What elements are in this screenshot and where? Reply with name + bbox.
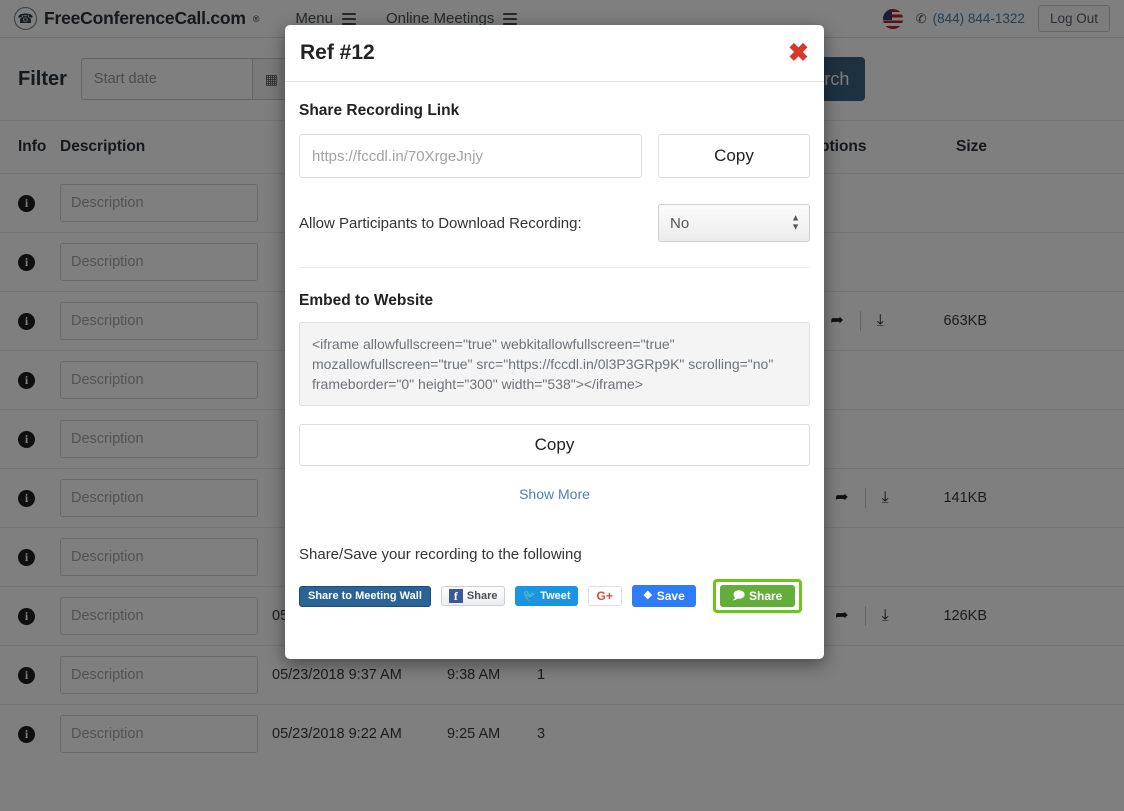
dropbox-save-label: Save: [656, 589, 685, 603]
twitter-tweet-button[interactable]: 🐦 Tweet: [515, 586, 578, 606]
share-to-meeting-wall-button[interactable]: Share to Meeting Wall: [299, 585, 431, 607]
facebook-share-label: Share: [466, 589, 498, 602]
share-link-input[interactable]: https://fccdl.in/70XrgeJnjy: [299, 134, 642, 178]
evernote-icon: 🗩: [732, 589, 745, 602]
copy-embed-button[interactable]: Copy: [299, 424, 810, 466]
modal-title: Ref #12: [300, 41, 375, 64]
twitter-tweet-label: Tweet: [540, 589, 571, 602]
evernote-share-label: Share: [749, 589, 783, 603]
twitter-icon: 🐦: [522, 589, 537, 602]
dropbox-icon: ❖: [642, 589, 653, 602]
evernote-share-button[interactable]: 🗩 Share: [719, 585, 796, 607]
allow-download-label: Allow Participants to Download Recording…: [299, 214, 582, 232]
close-icon[interactable]: ✖: [788, 40, 809, 66]
copy-link-button[interactable]: Copy: [658, 134, 810, 178]
dropbox-save-button[interactable]: ❖ Save: [631, 585, 696, 607]
allow-download-row: Allow Participants to Download Recording…: [299, 204, 810, 268]
embed-to-website-title: Embed to Website: [299, 292, 434, 309]
allow-download-select[interactable]: No ▲ ▼: [658, 204, 810, 242]
embed-code-textarea[interactable]: <iframe allowfullscreen="true" webkitall…: [299, 322, 810, 406]
google-plus-button[interactable]: G+: [587, 586, 622, 606]
share-link-row: https://fccdl.in/70XrgeJnjy Copy: [299, 134, 810, 178]
share-recording-link-title: Share Recording Link: [299, 102, 460, 119]
modal-body: Share Recording Link https://fccdl.in/70…: [285, 82, 824, 613]
facebook-share-button[interactable]: f Share: [440, 586, 506, 606]
share-save-lead: Share/Save your recording to the followi…: [299, 546, 582, 563]
modal-header: Ref #12 ✖: [285, 25, 824, 82]
show-more-link[interactable]: Show More: [299, 486, 810, 502]
allow-download-value: No: [670, 214, 690, 232]
evernote-highlight-box: 🗩 Share: [712, 579, 803, 613]
share-recording-modal: Ref #12 ✖ Share Recording Link https://f…: [285, 25, 824, 659]
facebook-icon: f: [448, 589, 463, 603]
social-share-row: Share to Meeting Wall f Share 🐦 Tweet G+…: [299, 579, 810, 613]
chevron-updown-icon: ▲▼: [791, 212, 800, 232]
